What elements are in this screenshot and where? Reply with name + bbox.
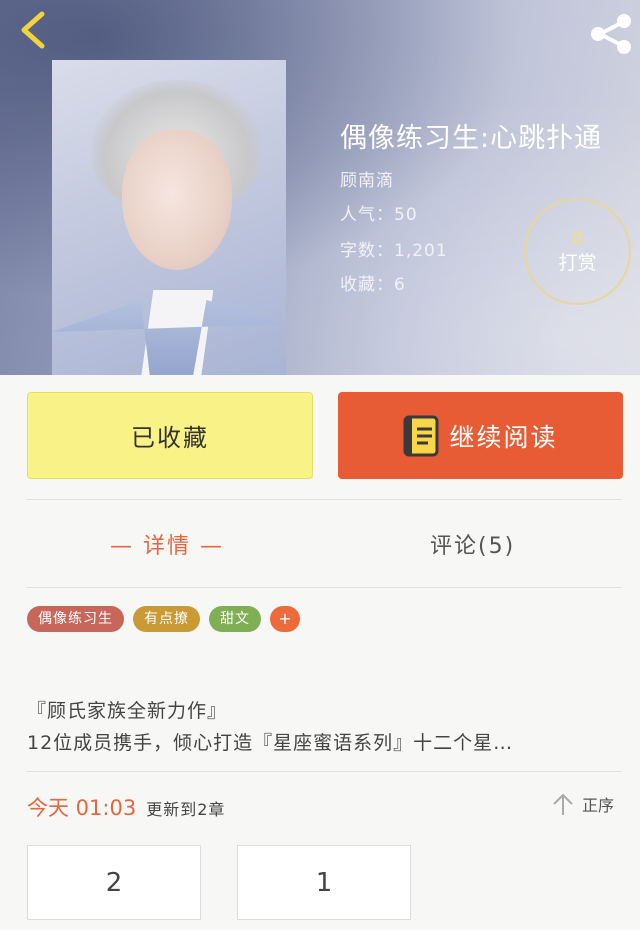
tab-comments[interactable]: 评论(5) (430, 528, 515, 560)
back-chevron-icon[interactable] (14, 10, 54, 50)
book-cover-image[interactable] (52, 60, 286, 375)
continue-reading-button[interactable]: 继续阅读 (338, 392, 623, 479)
update-time: 今天 01:03 (27, 796, 137, 820)
book-icon (403, 415, 439, 456)
favorited-button[interactable]: 已收藏 (27, 392, 313, 479)
tag-idol-trainee[interactable]: 偶像练习生 (27, 606, 124, 632)
author-name[interactable]: 顾南滴 (340, 166, 394, 191)
reward-label: 打赏 (558, 251, 597, 274)
reward-count: 0 (571, 227, 584, 249)
tag-flirty[interactable]: 有点撩 (133, 606, 200, 632)
share-icon[interactable] (588, 12, 634, 56)
continue-reading-label: 继续阅读 (449, 422, 558, 452)
book-description[interactable]: 『顾氏家族全新力作』 12位成员携手，倾心打造『星座蜜语系列』十二个星… (27, 695, 623, 759)
book-title: 偶像练习生:心跳扑通 (340, 123, 603, 154)
chapter-item[interactable]: 1 (237, 845, 411, 920)
chapter-item[interactable]: 2 (27, 845, 201, 920)
book-header: 偶像练习生:心跳扑通 顾南滴 人气：50 字数：1,201 收藏：6 0 打赏 (0, 0, 640, 375)
description-line: 『顾氏家族全新力作』 (27, 700, 228, 722)
update-text: 更新到2章 (146, 800, 226, 819)
divider (26, 499, 622, 500)
favorited-label: 已收藏 (131, 424, 209, 452)
tag-list: 偶像练习生 有点撩 甜文 + (27, 606, 300, 632)
popularity-stat: 人气：50 (340, 205, 418, 225)
tag-sweet[interactable]: 甜文 (209, 606, 261, 632)
divider (26, 771, 622, 772)
tab-detail[interactable]: — 详情 — (110, 528, 224, 560)
reward-button[interactable]: 0 打赏 (524, 198, 631, 305)
add-tag-button[interactable]: + (270, 606, 300, 632)
sort-label: 正序 (582, 796, 615, 815)
sort-order-button[interactable]: 正序 (552, 792, 614, 816)
update-info: 今天 01:03 更新到2章 (27, 792, 225, 822)
description-line: 12位成员携手，倾心打造『星座蜜语系列』十二个星… (27, 732, 514, 754)
word-count-stat: 字数：1,201 (340, 241, 448, 261)
divider (26, 587, 622, 588)
arrow-up-icon (553, 793, 573, 815)
favorites-stat: 收藏：6 (340, 275, 406, 295)
